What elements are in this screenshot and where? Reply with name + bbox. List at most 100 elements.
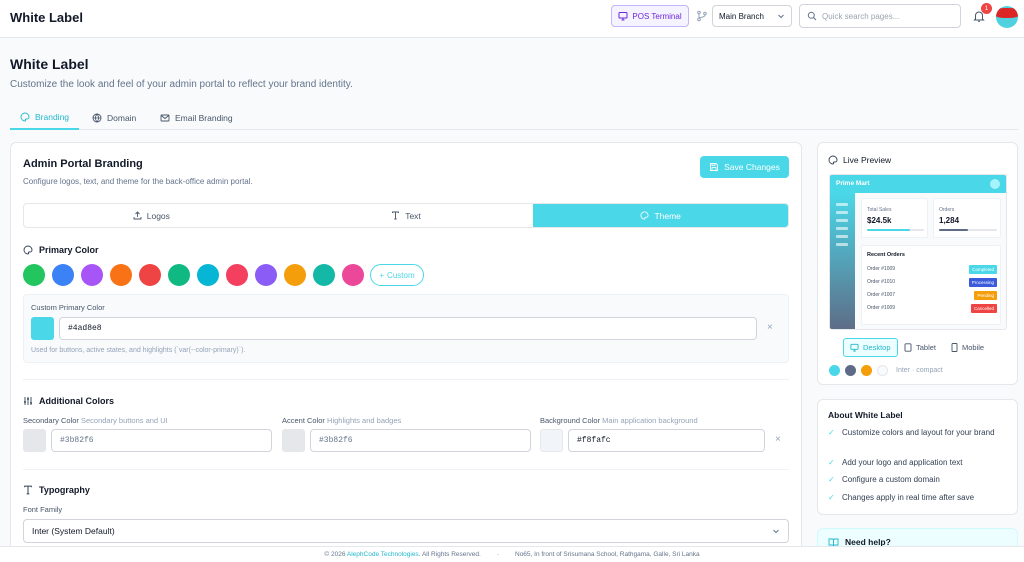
accent-color-input[interactable]: #3b82f6	[310, 429, 531, 452]
background-color-input[interactable]: #f8fafc	[568, 429, 765, 452]
monitor-icon	[850, 343, 859, 352]
branch-select[interactable]: Main Branch	[712, 5, 792, 27]
mock-sidebar	[830, 193, 855, 329]
search-icon	[807, 11, 817, 21]
custom-primary-input[interactable]: #4ad8e8	[59, 317, 757, 340]
preview-font-note: Inter · compact	[896, 367, 943, 374]
color-swatch[interactable]	[81, 264, 103, 286]
color-swatch[interactable]	[168, 264, 190, 286]
color-swatch[interactable]	[110, 264, 132, 286]
globe-icon	[92, 113, 102, 123]
device-mobile[interactable]: Mobile	[945, 338, 990, 357]
tab-email-branding[interactable]: Email Branding	[150, 106, 243, 130]
mock-avatar	[990, 179, 1000, 189]
secondary-color-chip[interactable]	[23, 429, 46, 452]
avatar[interactable]	[996, 6, 1018, 28]
git-branch-icon	[696, 10, 708, 22]
custom-primary-label: Custom Primary Color	[31, 303, 105, 312]
company-link[interactable]: AlephCode Technologies	[347, 551, 419, 558]
mock-brand: Prime Mart	[836, 180, 870, 187]
preview-color-dot	[861, 365, 872, 376]
pos-terminal-button[interactable]: POS Terminal	[611, 5, 689, 27]
search-input[interactable]	[822, 11, 952, 21]
device-label: Tablet	[916, 343, 937, 352]
section-title: Typography	[39, 485, 90, 495]
chevron-down-icon	[777, 12, 785, 20]
segment-logos[interactable]: Logos	[24, 204, 279, 227]
about-item: ✓ Customize colors and layout for your br…	[828, 427, 1008, 439]
order-id: Order #1007	[867, 292, 896, 298]
stat-progress-fill	[939, 229, 968, 231]
stat-label: Total Sales	[867, 207, 892, 213]
order-row: Order #1009 Completed	[867, 264, 997, 274]
segment-label: Text	[405, 210, 421, 221]
palette-icon	[23, 245, 33, 255]
save-changes-button[interactable]: Save Changes	[700, 156, 789, 178]
about-item-text: Changes apply in real time after save	[842, 493, 975, 502]
background-color-chip[interactable]	[540, 429, 563, 452]
field-label: Accent Color	[282, 416, 325, 425]
font-family-label: Font Family	[23, 505, 63, 514]
preview-color-dot	[877, 365, 888, 376]
color-swatch[interactable]	[139, 264, 161, 286]
type-icon	[391, 211, 400, 220]
tab-label: Email Branding	[175, 113, 233, 123]
tab-label: Domain	[107, 113, 137, 123]
secondary-color-input[interactable]: #3b82f6	[51, 429, 272, 452]
about-title: About White Label	[828, 410, 903, 420]
segment-text[interactable]: Text	[279, 204, 534, 227]
tab-branding[interactable]: Branding	[10, 106, 80, 130]
copyright-suffix: . All Rights Reserved.	[418, 551, 481, 558]
divider	[23, 469, 789, 470]
color-swatch[interactable]	[255, 264, 277, 286]
field-hint: Secondary buttons and UI	[80, 416, 168, 425]
secondary-color-label: Secondary Color Secondary buttons and UI	[23, 416, 168, 425]
preview-color-dot	[845, 365, 856, 376]
color-swatch[interactable]	[342, 264, 364, 286]
check-icon: ✓	[828, 493, 835, 502]
device-desktop[interactable]: Desktop	[843, 338, 898, 357]
color-swatch[interactable]	[23, 264, 45, 286]
divider	[23, 379, 789, 380]
order-row: Order #1010 Processing	[867, 277, 997, 287]
order-row: Order #1009 Cancelled	[867, 303, 997, 313]
accent-color-chip[interactable]	[282, 429, 305, 452]
orders-title: Recent Orders	[867, 252, 905, 258]
about-item-text: Add your logo and application text	[842, 458, 963, 467]
about-item: ✓ Add your logo and application text	[828, 457, 1008, 469]
color-swatch[interactable]	[226, 264, 248, 286]
order-status: Processing	[968, 277, 997, 287]
device-tablet[interactable]: Tablet	[898, 338, 942, 357]
order-id: Order #1010	[867, 279, 896, 285]
mail-icon	[160, 113, 170, 123]
color-swatch[interactable]	[52, 264, 74, 286]
device-label: Desktop	[863, 343, 891, 352]
font-family-select[interactable]: Inter (System Default)	[23, 519, 789, 543]
color-swatch[interactable]	[313, 264, 335, 286]
plus-icon: +	[379, 270, 385, 280]
stat-value: 1,284	[939, 216, 960, 225]
smartphone-icon	[951, 343, 958, 352]
footer-copyright: © 2026 AlephCode Technologies. All Right…	[324, 551, 480, 558]
quick-search[interactable]	[799, 4, 961, 28]
footer-separator: ·	[496, 551, 499, 558]
close-icon[interactable]: ×	[767, 322, 773, 333]
order-id: Order #1009	[867, 266, 896, 272]
tab-domain[interactable]: Domain	[82, 106, 146, 130]
top-bar: White Label POS Terminal Main Branch 1	[0, 0, 1024, 38]
stat-progress	[939, 229, 997, 231]
field-hint: Main application background	[602, 416, 698, 425]
tablet-icon	[904, 343, 912, 352]
save-icon	[709, 162, 719, 172]
device-label: Mobile	[962, 343, 985, 352]
color-swatch[interactable]	[284, 264, 306, 286]
preview-mockup: Prime Mart Total Sales $24.5k Orders 1,2…	[829, 174, 1007, 330]
segment-theme[interactable]: Theme	[533, 204, 788, 227]
close-icon[interactable]: ×	[775, 434, 781, 445]
accent-color-label: Accent Color Highlights and badges	[282, 416, 401, 425]
custom-color-button[interactable]: + Custom	[370, 264, 424, 286]
custom-primary-chip[interactable]	[31, 317, 54, 340]
field-hint: Highlights and badges	[327, 416, 402, 425]
color-swatch[interactable]	[197, 264, 219, 286]
about-item: ✓ Configure a custom domain	[828, 474, 1008, 486]
